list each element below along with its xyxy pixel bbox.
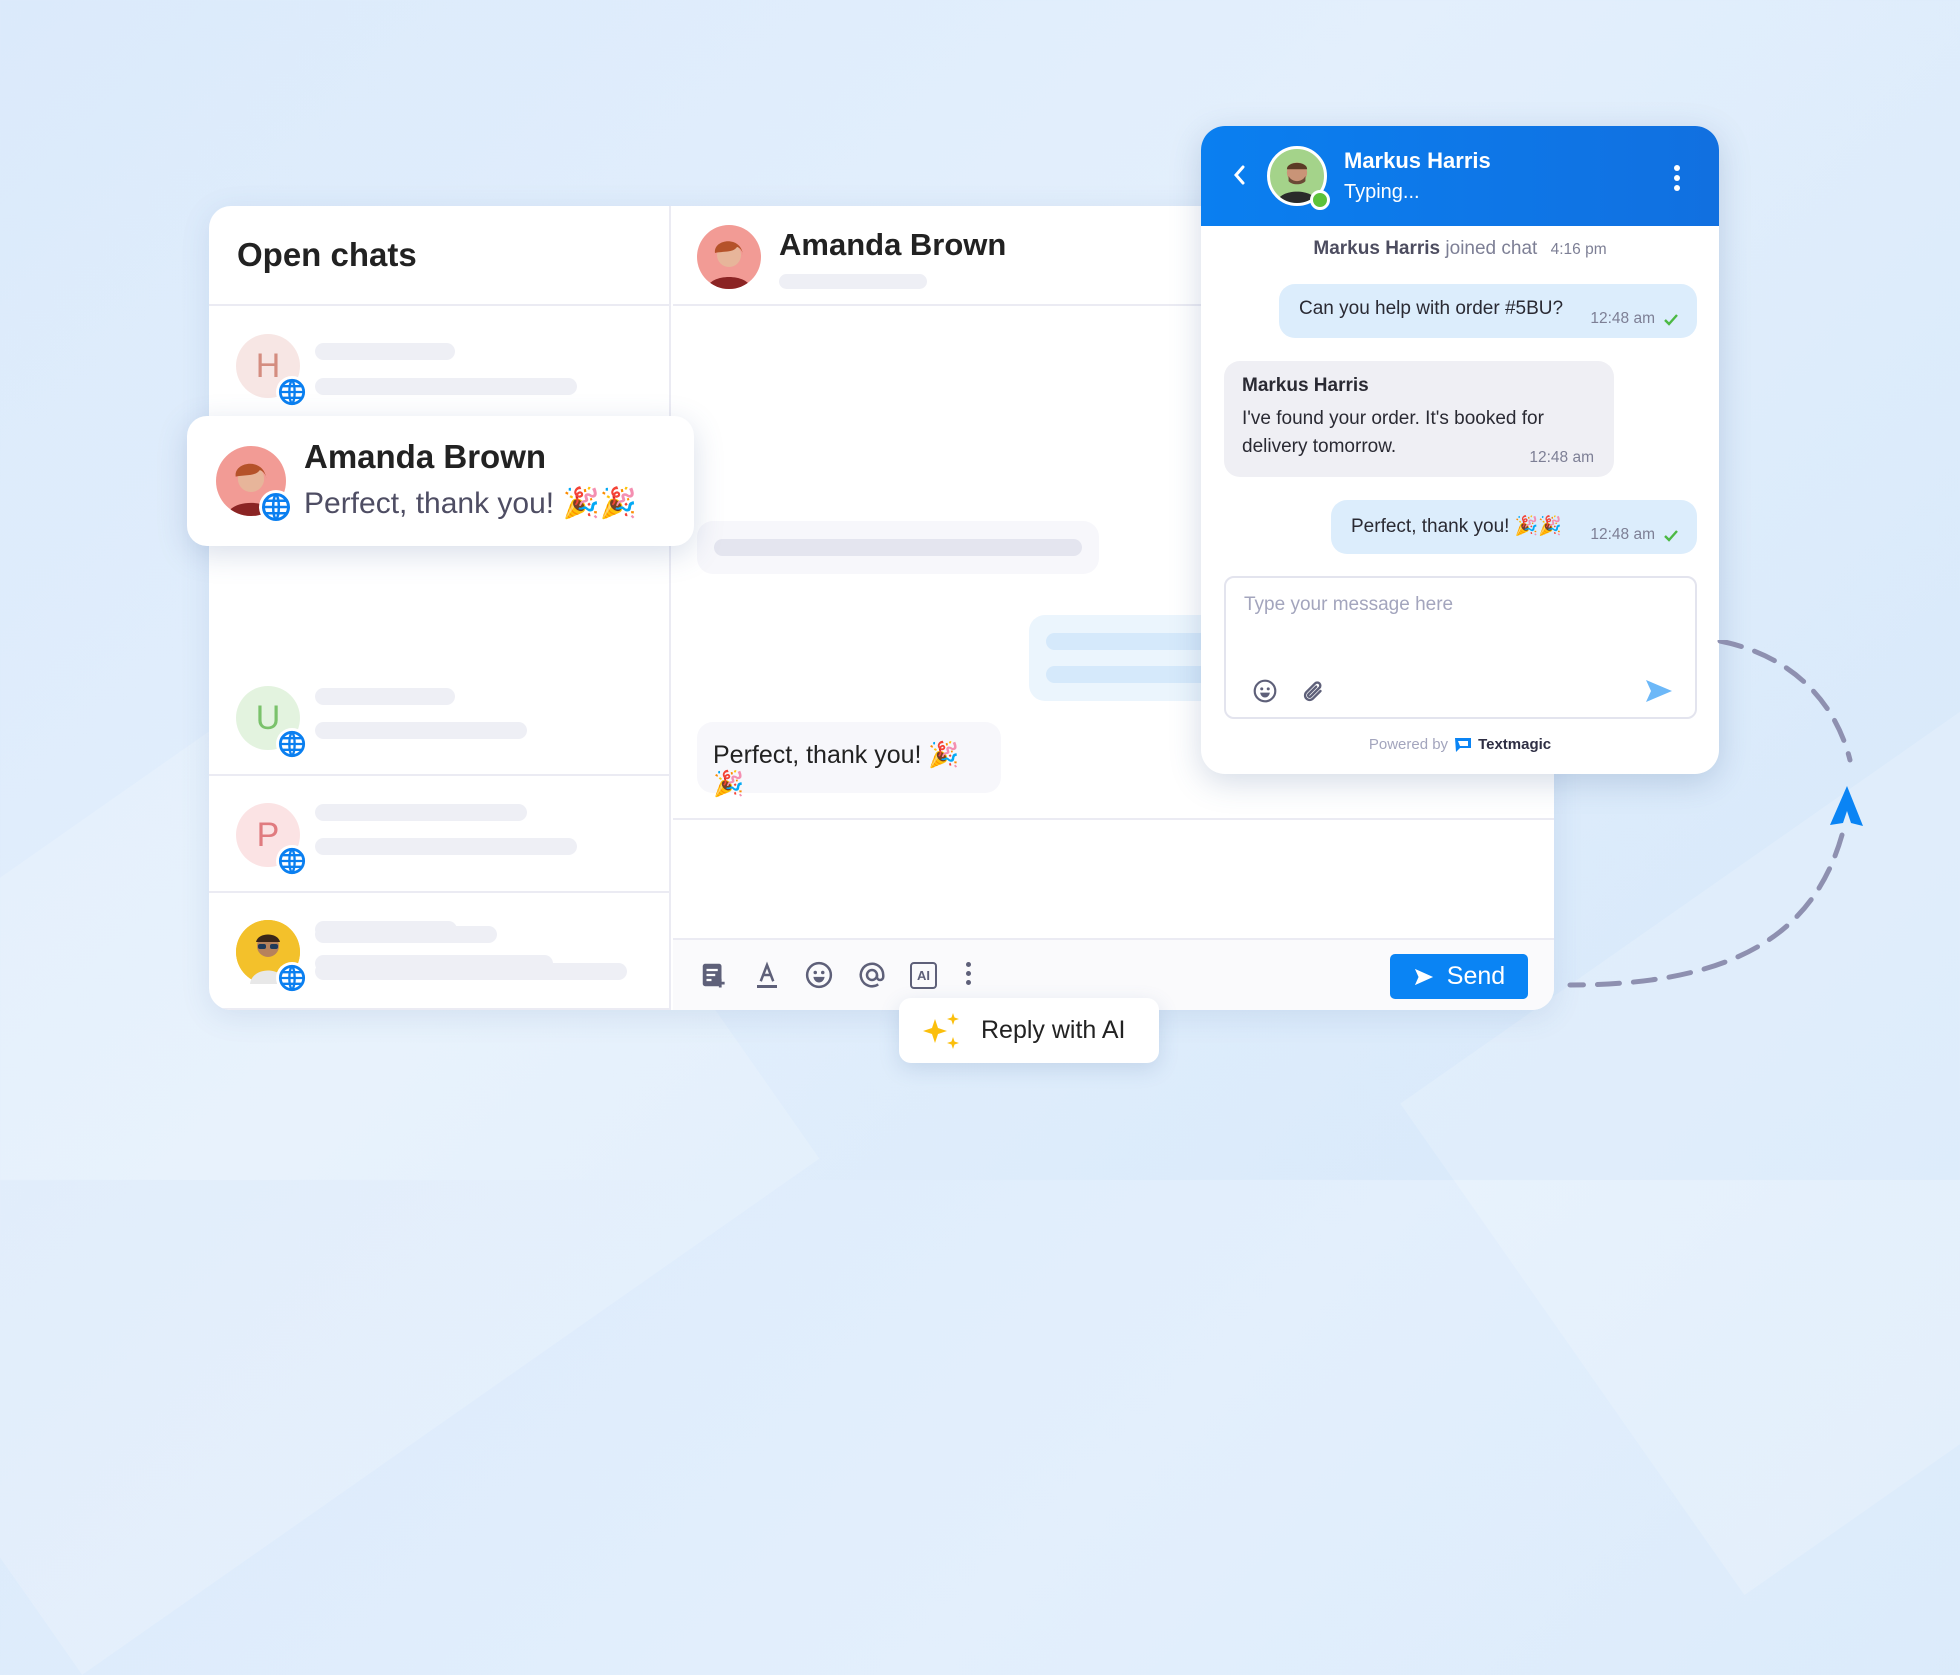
agent-name: Markus Harris: [1344, 148, 1491, 173]
system-time: 4:16 pm: [1550, 241, 1607, 258]
dashed-path: [1717, 640, 1853, 763]
skeleton-line: [315, 926, 497, 943]
back-button[interactable]: [1231, 162, 1247, 193]
incoming-message: Perfect, thank you! 🎉🎉: [697, 722, 1001, 798]
globe-icon: [276, 728, 308, 760]
chat-list-panel: Open chats H U P J: [209, 206, 671, 1010]
send-button[interactable]: Send: [1390, 954, 1528, 999]
chat-list-item[interactable]: [209, 893, 669, 1010]
visitor-message: Perfect, thank you! 🎉🎉 12:48 am: [1331, 500, 1697, 554]
emoji-icon[interactable]: [804, 960, 834, 990]
skeleton-line: [315, 688, 455, 705]
skeleton-line: [714, 539, 1082, 556]
skeleton-line: [315, 722, 527, 739]
skeleton-line: [315, 804, 527, 821]
agent-message: Markus Harris I've found your order. It'…: [1224, 361, 1614, 477]
emoji-icon[interactable]: [1252, 678, 1278, 704]
contact-avatar: [697, 225, 761, 289]
sparkle-icon: [923, 1012, 959, 1049]
skeleton-line: [315, 963, 627, 980]
chat-list-item[interactable]: P: [209, 776, 669, 893]
check-icon: [1664, 530, 1678, 542]
reply-with-ai-label: Reply with AI: [981, 1016, 1126, 1044]
chat-list-item-active[interactable]: Amanda Brown Perfect, thank you! 🎉🎉: [187, 416, 694, 546]
message-text: Can you help with order #5BU?: [1299, 298, 1564, 319]
system-message: Markus Harris joined chat 4:16 pm: [1201, 238, 1719, 260]
contact-name: Amanda Brown: [304, 438, 547, 475]
globe-icon: [276, 962, 308, 994]
message-time: 12:48 am: [1529, 449, 1594, 466]
message-bubble-placeholder: [697, 521, 1099, 574]
message-text: Perfect, thank you! 🎉🎉: [1351, 516, 1563, 537]
mention-icon[interactable]: [857, 960, 887, 990]
skeleton-line: [779, 274, 927, 289]
chat-list-title: Open chats: [209, 206, 669, 306]
input-placeholder: Type your message here: [1244, 594, 1454, 615]
message-time: 12:48 am: [1590, 526, 1655, 543]
reply-with-ai-button[interactable]: Reply with AI: [899, 998, 1159, 1063]
typing-status: Typing...: [1344, 181, 1420, 203]
chat-list-item[interactable]: H: [209, 308, 669, 426]
more-icon[interactable]: [1674, 165, 1680, 191]
globe-icon: [276, 376, 308, 408]
globe-icon: [276, 845, 308, 877]
skeleton-line: [315, 838, 577, 855]
system-name: Markus Harris: [1313, 238, 1441, 259]
globe-icon: [259, 490, 293, 524]
brand-name: Textmagic: [1478, 736, 1552, 753]
divider: [673, 818, 1554, 820]
textmagic-logo-icon: [1455, 737, 1472, 752]
message-time: 12:48 am: [1590, 310, 1655, 327]
ai-icon[interactable]: AI: [910, 962, 937, 989]
powered-by-label: Powered by: [1368, 736, 1449, 753]
template-icon[interactable]: [699, 960, 729, 990]
skeleton-line: [315, 343, 455, 360]
widget-header: Markus Harris Typing...: [1201, 126, 1719, 226]
system-text: joined chat: [1445, 238, 1538, 259]
text-format-icon[interactable]: [752, 960, 782, 990]
check-icon: [1664, 314, 1678, 326]
send-label: Send: [1446, 962, 1506, 990]
message-sender: Markus Harris: [1242, 375, 1369, 396]
online-status-dot: [1310, 190, 1330, 210]
message-preview: Perfect, thank you! 🎉🎉: [304, 487, 638, 520]
attachment-icon[interactable]: [1301, 678, 1327, 704]
skeleton-line: [315, 378, 577, 395]
visitor-message: Can you help with order #5BU? 12:48 am: [1279, 284, 1697, 338]
send-icon: [1414, 968, 1433, 985]
more-icon[interactable]: [963, 962, 973, 992]
arrow-head-icon: [1830, 786, 1863, 826]
loop-arrow-decoration: [1567, 640, 1863, 988]
dashed-path: [1567, 832, 1845, 988]
chat-list-item[interactable]: U: [209, 660, 669, 776]
contact-name: Amanda Brown: [779, 227, 1007, 262]
